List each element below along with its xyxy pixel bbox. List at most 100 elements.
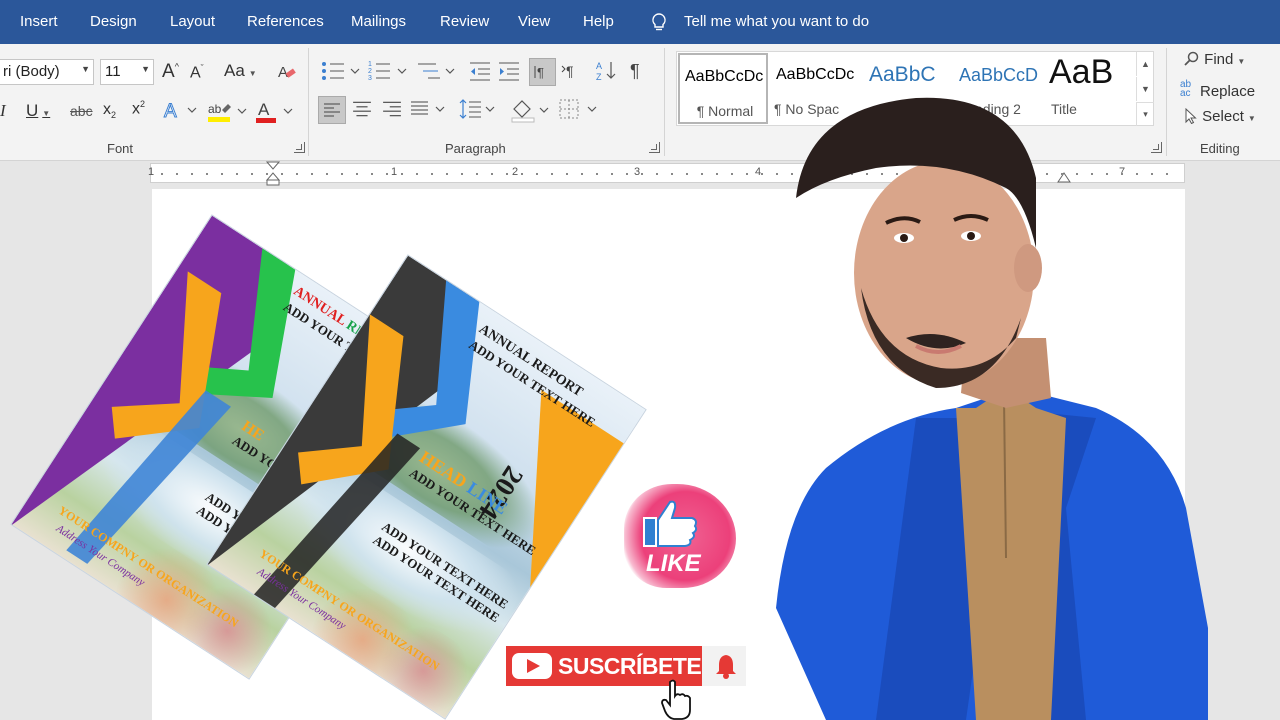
svg-text:A: A bbox=[258, 100, 270, 119]
tab-insert[interactable]: Insert bbox=[20, 13, 58, 30]
justify-icon[interactable] bbox=[410, 99, 446, 119]
indent-marker[interactable] bbox=[266, 161, 280, 187]
font-size-combo[interactable]: 11 ▼ bbox=[100, 59, 154, 85]
show-formatting-icon[interactable]: ¶ bbox=[628, 60, 648, 82]
rtl-direction-icon[interactable]: ¶ bbox=[560, 60, 582, 82]
align-center-icon[interactable] bbox=[352, 100, 372, 118]
font-name-value: ri (Body) bbox=[3, 63, 60, 80]
numbering-icon[interactable]: 123 bbox=[368, 58, 410, 84]
font-size-value: 11 bbox=[105, 63, 121, 80]
decrease-indent-icon[interactable] bbox=[468, 58, 492, 84]
svg-text:A: A bbox=[164, 101, 177, 122]
ruler-tick bbox=[206, 173, 208, 175]
ruler-tick bbox=[176, 173, 178, 175]
ruler-tick bbox=[671, 173, 673, 175]
underline-button[interactable]: U ▼ bbox=[26, 101, 50, 121]
ruler-tick bbox=[536, 173, 538, 175]
find-button[interactable]: Find ▼ bbox=[1184, 51, 1245, 68]
person-photo bbox=[776, 97, 1208, 720]
ruler-tick bbox=[371, 173, 373, 175]
svg-text:Z: Z bbox=[596, 72, 602, 82]
tab-review[interactable]: Review bbox=[440, 13, 489, 30]
ltr-icon: ¶ bbox=[534, 65, 544, 80]
ruler-tick bbox=[251, 173, 253, 175]
align-left-button[interactable] bbox=[318, 96, 346, 124]
youtube-play-icon bbox=[512, 653, 552, 679]
ruler-tick bbox=[476, 173, 478, 175]
subscript-button[interactable]: x2 bbox=[103, 101, 116, 120]
svg-text:¶: ¶ bbox=[566, 63, 574, 79]
line-spacing-icon[interactable] bbox=[458, 97, 498, 121]
tab-layout[interactable]: Layout bbox=[170, 13, 215, 30]
subscribe-banner[interactable]: SUSCRÍBETE bbox=[506, 646, 746, 686]
multilevel-list-icon[interactable] bbox=[416, 58, 458, 84]
group-divider bbox=[308, 48, 309, 156]
ruler-tick bbox=[626, 173, 628, 175]
borders-icon[interactable] bbox=[558, 98, 600, 122]
ruler-tick bbox=[461, 173, 463, 175]
superscript-button[interactable]: x2 bbox=[132, 99, 145, 118]
clear-formatting-icon[interactable]: A bbox=[276, 61, 298, 83]
ruler-tick bbox=[596, 173, 598, 175]
chevron-down-icon: ▼ bbox=[141, 64, 150, 74]
style-normal[interactable]: AaBbCcDc ¶ Normal bbox=[678, 53, 768, 124]
svg-text:ab: ab bbox=[208, 102, 222, 116]
font-dialog-launcher[interactable] bbox=[294, 142, 305, 153]
svg-text:A: A bbox=[596, 61, 602, 71]
ruler-tick bbox=[296, 173, 298, 175]
ruler-tick bbox=[686, 173, 688, 175]
change-case-button[interactable]: Aa ▼ bbox=[224, 61, 257, 81]
chevron-down-icon: ▼ bbox=[81, 64, 90, 74]
italic-button[interactable]: I bbox=[0, 101, 6, 121]
ruler-tick bbox=[266, 173, 268, 175]
grow-font-button[interactable]: A^ bbox=[162, 61, 179, 83]
ruler-tick bbox=[611, 173, 613, 175]
subscribe-text: SUSCRÍBETE bbox=[558, 653, 702, 679]
text-effects-icon[interactable]: A bbox=[162, 98, 202, 122]
ruler-tick bbox=[551, 173, 553, 175]
ruler-tick bbox=[491, 173, 493, 175]
thumbs-up-icon bbox=[643, 500, 698, 547]
ruler-tick bbox=[521, 173, 523, 175]
tab-help[interactable]: Help bbox=[583, 13, 614, 30]
lightbulb-icon[interactable] bbox=[648, 11, 670, 33]
shrink-font-button[interactable]: Aˇ bbox=[190, 63, 204, 82]
font-name-combo[interactable]: ri (Body) ▼ bbox=[0, 59, 94, 85]
ruler-tick bbox=[311, 173, 313, 175]
align-right-icon[interactable] bbox=[382, 100, 402, 118]
highlight-color-icon[interactable]: ab bbox=[206, 98, 250, 124]
search-icon bbox=[1184, 51, 1199, 66]
shading-icon[interactable] bbox=[510, 97, 550, 123]
ribbon-tab-bar: Insert Design Layout References Mailings… bbox=[0, 0, 1280, 44]
ruler-tick bbox=[761, 173, 763, 175]
gallery-scroll-up[interactable]: ▲ bbox=[1136, 52, 1154, 76]
ruler-tick bbox=[281, 173, 283, 175]
ruler-tick bbox=[416, 173, 418, 175]
sort-icon[interactable]: AZ bbox=[594, 58, 618, 84]
tab-view[interactable]: View bbox=[518, 13, 550, 30]
ruler-tick bbox=[506, 173, 508, 175]
hand-cursor-icon bbox=[661, 679, 691, 720]
tell-me-search[interactable]: Tell me what you want to do bbox=[684, 13, 869, 30]
increase-indent-icon[interactable] bbox=[497, 58, 521, 84]
ruler-tick bbox=[731, 173, 733, 175]
tab-mailings[interactable]: Mailings bbox=[351, 13, 406, 30]
svg-text:A: A bbox=[278, 64, 288, 81]
font-group-label: Font bbox=[107, 141, 134, 156]
ruler-tick bbox=[161, 173, 163, 175]
strikethrough-button[interactable]: abc bbox=[70, 103, 93, 119]
svg-text:2: 2 bbox=[368, 68, 372, 75]
paragraph-dialog-launcher[interactable] bbox=[649, 142, 660, 153]
like-sticker: LIKE bbox=[624, 484, 736, 588]
bullets-icon[interactable] bbox=[320, 58, 362, 84]
font-color-icon[interactable]: A bbox=[254, 98, 296, 124]
svg-text:3: 3 bbox=[368, 75, 372, 82]
tab-design[interactable]: Design bbox=[90, 13, 137, 30]
tab-references[interactable]: References bbox=[247, 13, 324, 30]
bell-icon bbox=[716, 655, 736, 679]
ltr-direction-button[interactable]: ¶ bbox=[529, 58, 556, 86]
ruler-tick bbox=[386, 173, 388, 175]
like-text: LIKE bbox=[646, 550, 701, 577]
ruler-tick bbox=[746, 173, 748, 175]
ruler-tick bbox=[641, 173, 643, 175]
